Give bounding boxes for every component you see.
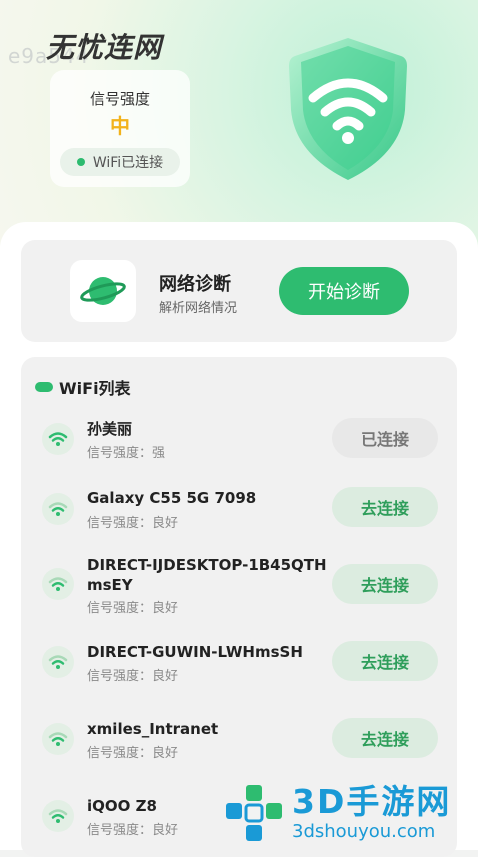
wifi-strength: 信号强度：良好 <box>87 669 179 684</box>
wifi-signal-icon <box>42 723 74 755</box>
site-watermark: 3D手游网 3dshouyou.com <box>222 775 478 850</box>
wifi-list-item[interactable]: DIRECT-IJDESKTOP-1B45QTHmsEY 信号强度：良好 去连接 <box>21 553 457 617</box>
diagnose-subtitle: 解析网络情况 <box>159 301 238 316</box>
wifi-signal-icon <box>42 493 74 525</box>
signal-value: 中 <box>110 114 130 138</box>
puzzle-logo-icon <box>226 784 282 841</box>
connect-button[interactable]: 去连接 <box>332 487 438 527</box>
wifi-status-badge: WiFi已连接 <box>60 148 180 176</box>
watermark-url: 3dshouyou.com <box>292 820 436 842</box>
wifi-list-title: WiFi列表 <box>59 379 131 398</box>
wifi-name: Galaxy C55 5G 7098 <box>87 489 257 507</box>
wifi-strength: 信号强度：良好 <box>87 746 179 761</box>
connected-button[interactable]: 已连接 <box>332 418 438 458</box>
wifi-strength: 信号强度：良好 <box>87 823 179 838</box>
planet-icon-box <box>70 260 136 322</box>
wifi-list-item[interactable]: DIRECT-GUWIN-LWHmsSH 信号强度：良好 去连接 <box>21 640 457 700</box>
wifi-name: DIRECT-GUWIN-LWHmsSH <box>87 643 303 661</box>
connect-button[interactable]: 去连接 <box>332 564 438 604</box>
wifi-list-item[interactable]: 孙美丽 信号强度：强 已连接 <box>21 415 457 475</box>
wifi-list-item[interactable]: xmiles_Intranet 信号强度：良好 去连接 <box>21 717 457 777</box>
wifi-signal-icon <box>42 423 74 455</box>
signal-card: 信号强度 中 WiFi已连接 <box>50 70 190 187</box>
diagnose-title: 网络诊断 <box>159 274 231 295</box>
wifi-status-text: WiFi已连接 <box>92 155 164 171</box>
diagnose-card[interactable]: 网络诊断 解析网络情况 开始诊断 <box>21 240 457 342</box>
app-title: 无忧连网 <box>46 31 163 64</box>
signal-label: 信号强度 <box>89 90 150 108</box>
connect-button[interactable]: 去连接 <box>332 641 438 681</box>
wifi-name: xmiles_Intranet <box>87 720 219 738</box>
wifi-list-item[interactable]: Galaxy C55 5G 7098 信号强度：良好 去连接 <box>21 485 457 545</box>
wifi-strength: 信号强度：良好 <box>87 516 179 531</box>
wifi-list-header: WiFi列表 <box>35 375 131 399</box>
wifi-signal-icon <box>42 568 74 600</box>
connect-button[interactable]: 去连接 <box>332 718 438 758</box>
planet-icon <box>80 277 126 305</box>
wifi-strength: 信号强度：强 <box>87 446 166 461</box>
shield-wifi-icon <box>289 38 407 180</box>
wifi-signal-icon <box>42 800 74 832</box>
start-diagnose-button[interactable]: 开始诊断 <box>279 267 409 315</box>
wifi-name: DIRECT-IJDESKTOP-1B45QTHmsEY <box>87 556 327 594</box>
section-marker <box>35 382 53 392</box>
wifi-strength: 信号强度：良好 <box>87 601 179 616</box>
status-dot <box>76 158 85 166</box>
watermark-brand: 3D手游网 <box>292 781 452 821</box>
wifi-signal-icon <box>42 646 74 678</box>
wifi-name: 孙美丽 <box>87 420 133 438</box>
